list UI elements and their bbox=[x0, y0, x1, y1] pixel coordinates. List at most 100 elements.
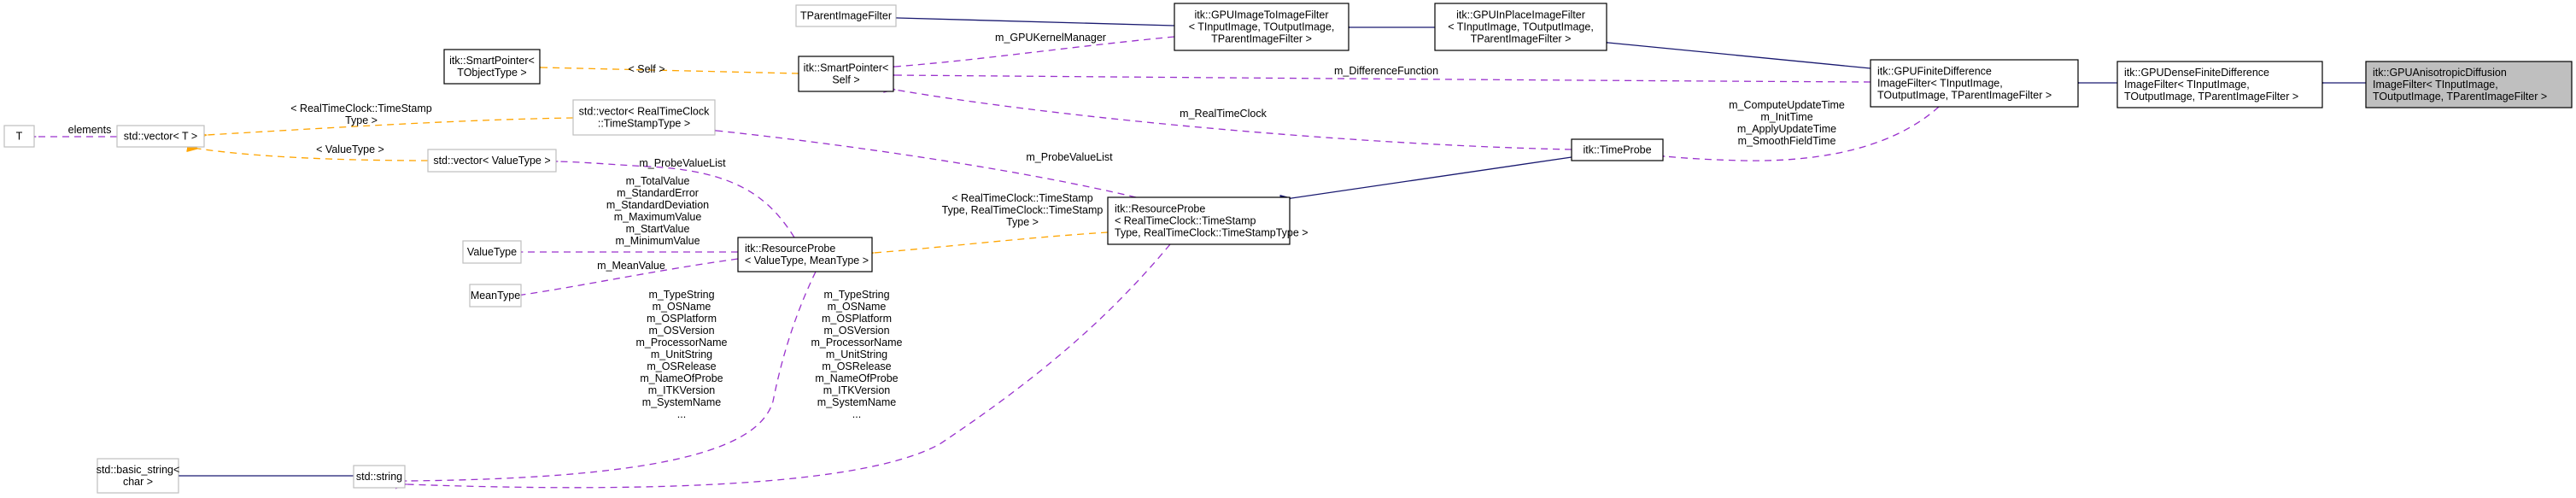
edge-label-line: < RealTimeClock::TimeStamp bbox=[290, 103, 431, 114]
class-node-resProbeRTC[interactable]: itk::ResourceProbe< RealTimeClock::TimeS… bbox=[1107, 196, 1308, 245]
class-node-label: MeanType bbox=[471, 290, 520, 302]
edge-label-line: m_TypeString bbox=[823, 289, 889, 301]
edge-label-line: < Self > bbox=[628, 63, 664, 75]
edge-usage-resProbeVM-to-stdString bbox=[395, 271, 817, 487]
edge-usage-resProbeRTC-to-vectorTimeStamp bbox=[705, 124, 1137, 198]
edge-inheritance-timeProbe-to-resProbeRTC bbox=[1279, 156, 1572, 205]
class-node-label: itk::GPUFiniteDifference bbox=[1877, 66, 1992, 78]
edge-label: m_ProbeValueList bbox=[1026, 151, 1113, 163]
edge-label-line: m_ITKVersion bbox=[648, 384, 716, 396]
class-node-gpuImgToImg[interactable]: itk::GPUImageToImageFilter< TInputImage,… bbox=[1174, 3, 1349, 51]
edge-label-line: m_OSName bbox=[653, 301, 711, 313]
edge-label-line: m_ProbeValueList bbox=[639, 157, 726, 169]
edge-usage-timeProbe-to-spSelf bbox=[883, 82, 1572, 150]
edge-label: < RealTimeClock::TimeStamp Type, RealTime… bbox=[942, 192, 1104, 228]
class-node-label: ImageFilter< TInputImage, bbox=[2124, 79, 2250, 91]
edge-label-line: m_OSName bbox=[828, 301, 887, 313]
edge-label-line: m_StandardDeviation bbox=[606, 199, 709, 211]
class-node-label: std::vector< ValueType > bbox=[433, 155, 550, 167]
class-node-spSelf[interactable]: itk::SmartPointer<Self > bbox=[798, 56, 894, 92]
edge-template-vectorTimeStamp-to-vectorT bbox=[195, 117, 574, 141]
edge-label: m_ProbeValueList bbox=[639, 157, 726, 169]
class-node-label: TOutputImage, TParentImageFilter > bbox=[1877, 90, 2052, 102]
edge-label-line: m_GPUKernelManager bbox=[995, 32, 1106, 44]
class-node-label: itk::SmartPointer< bbox=[449, 55, 535, 67]
edge-label-line: m_InitTime bbox=[1760, 111, 1812, 123]
class-node-label: std::vector< T > bbox=[124, 131, 197, 143]
edge-label: m_TotalValue m_StandardError m_StandardDev… bbox=[606, 175, 709, 247]
class-node-label: < TInputImage, TOutputImage, bbox=[1189, 21, 1335, 33]
class-node-label: itk::ResourceProbe bbox=[745, 243, 835, 255]
class-node-T: T bbox=[3, 125, 35, 148]
class-node-label: itk::GPUInPlaceImageFilter bbox=[1456, 9, 1585, 21]
edge-label-line: m_OSVersion bbox=[648, 325, 714, 337]
edge-label: < ValueType > bbox=[316, 144, 384, 155]
class-node-label: T bbox=[16, 131, 23, 143]
class-node-label: < TInputImage, TOutputImage, bbox=[1448, 21, 1594, 33]
class-node-gpuDenseFiniteDiff[interactable]: itk::GPUDenseFiniteDifferenceImageFilter… bbox=[2116, 61, 2323, 108]
class-node-label: TParentImageFilter > bbox=[1211, 33, 1312, 45]
class-node-label: Self > bbox=[832, 74, 859, 86]
class-node-spTObject[interactable]: itk::SmartPointer<TObjectType > bbox=[443, 49, 541, 85]
edge-label-line: m_ApplyUpdateTime bbox=[1737, 123, 1836, 135]
edge-label-line: m_OSPlatform bbox=[647, 313, 717, 325]
edge-label-line: m_DifferenceFunction bbox=[1334, 65, 1438, 77]
edge-label-line: m_StartValue bbox=[626, 223, 690, 235]
edge-label-line: m_MaximumValue bbox=[614, 211, 702, 223]
edge-label-line: m_RealTimeClock bbox=[1180, 108, 1267, 120]
class-node-label: ::TimeStampType > bbox=[598, 118, 690, 130]
edge-usage-resProbeRTC-to-stdString bbox=[395, 243, 1171, 489]
edge-label-line: < RealTimeClock::TimeStamp bbox=[951, 192, 1092, 204]
class-node-gpuAniso[interactable]: itk::GPUAnisotropicDiffusionImageFilter<… bbox=[2365, 61, 2573, 108]
class-node-resProbeVM[interactable]: itk::ResourceProbe< ValueType, MeanType … bbox=[737, 237, 873, 272]
edge-inheritance-gpuFiniteDiff-to-gpuInPlace bbox=[1596, 36, 1871, 69]
edge-label-line: ... bbox=[677, 408, 686, 420]
nodes-layer: Tstd::vector< T > itk::SmartPointer<TObje… bbox=[3, 3, 2573, 494]
edge-label-line: m_SystemName bbox=[817, 396, 896, 408]
edge-label-line: m_SmoothFieldTime bbox=[1738, 135, 1836, 147]
class-node-label: std::string bbox=[356, 471, 402, 483]
edge-label: m_ComputeUpdateTime m_InitTime m_ApplyUpda… bbox=[1729, 99, 1845, 147]
edge-template-vectorValueType-to-vectorT bbox=[186, 142, 429, 161]
edge-label-line: m_ComputeUpdateTime bbox=[1729, 99, 1845, 111]
edge-label: m_TypeString m_OSName m_OSPlatform m_OSVers… bbox=[811, 289, 903, 420]
class-node-ValueType: ValueType bbox=[462, 240, 522, 264]
edge-label-line: m_ITKVersion bbox=[823, 384, 891, 396]
edge-label-line: m_StandardError bbox=[617, 187, 699, 199]
class-node-label: TOutputImage, TParentImageFilter > bbox=[2124, 91, 2298, 103]
class-node-TParent: TParentImageFilter bbox=[795, 4, 897, 27]
class-node-gpuFiniteDiff[interactable]: itk::GPUFiniteDifferenceImageFilter< TIn… bbox=[1870, 59, 2079, 108]
edge-label-line: m_NameOfProbe bbox=[815, 372, 898, 384]
edge-label-line: m_TypeString bbox=[648, 289, 714, 301]
edge-label-line: m_NameOfProbe bbox=[640, 372, 723, 384]
edge-template-resProbeRTC-to-resProbeVM bbox=[862, 231, 1109, 259]
class-node-gpuInPlace[interactable]: itk::GPUInPlaceImageFilter< TInputImage,… bbox=[1434, 3, 1607, 51]
class-node-label: ImageFilter< TInputImage, bbox=[1877, 78, 2003, 90]
edge-label: < Self > bbox=[628, 63, 664, 75]
class-node-vectorT: std::vector< T > bbox=[116, 125, 205, 148]
edge-label: m_GPUKernelManager bbox=[995, 32, 1106, 44]
edge-label-line: elements bbox=[68, 124, 112, 136]
edge-label-line: Type > bbox=[345, 114, 378, 126]
edge-label-line: m_UnitString bbox=[651, 349, 712, 360]
class-node-vectorValueType: std::vector< ValueType > bbox=[427, 149, 557, 173]
class-node-label: itk::ResourceProbe bbox=[1115, 203, 1205, 215]
edge-label-line: m_MinimumValue bbox=[615, 235, 700, 247]
class-node-label: char > bbox=[123, 476, 153, 488]
edge-label-line: m_TotalValue bbox=[626, 175, 690, 187]
edge-label-line: m_OSPlatform bbox=[822, 313, 892, 325]
class-node-stdString: std::string bbox=[353, 465, 406, 489]
collaboration-diagram: elements< RealTimeClock::TimeStamp Type >… bbox=[3, 3, 2573, 494]
class-node-label: itk::GPUAnisotropicDiffusion bbox=[2373, 67, 2507, 79]
edge-label-line: Type > bbox=[1006, 216, 1039, 228]
edge-template-spSelf-to-spTObject bbox=[530, 62, 799, 74]
edge-label-line: m_OSVersion bbox=[823, 325, 889, 337]
edge-labels-layer: elements< RealTimeClock::TimeStamp Type >… bbox=[68, 32, 1845, 420]
class-node-label: itk::GPUDenseFiniteDifference bbox=[2124, 67, 2269, 79]
edge-label: < RealTimeClock::TimeStamp Type > bbox=[290, 103, 431, 126]
class-node-timeProbe[interactable]: itk::TimeProbe bbox=[1571, 138, 1664, 161]
class-node-basicString: std::basic_string<char > bbox=[97, 458, 179, 494]
edge-label-line: m_UnitString bbox=[826, 349, 887, 360]
edge-label-line: m_ProcessorName bbox=[636, 337, 728, 349]
class-node-label: std::vector< RealTimeClock bbox=[579, 106, 710, 118]
